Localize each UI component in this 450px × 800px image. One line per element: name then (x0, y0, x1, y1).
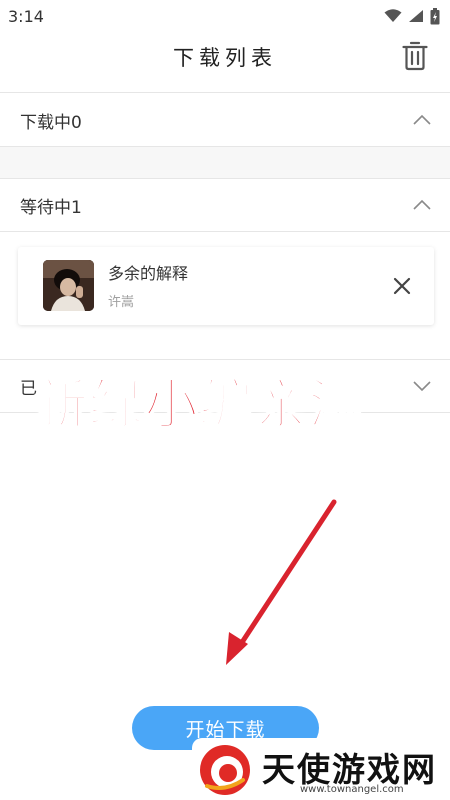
watermark-url: www.townangel.com (300, 784, 404, 795)
watermark-logo-icon (200, 745, 250, 795)
pointer-arrow-icon (226, 499, 337, 665)
watermark: 天使游戏网 www.townangel.com (192, 738, 450, 800)
